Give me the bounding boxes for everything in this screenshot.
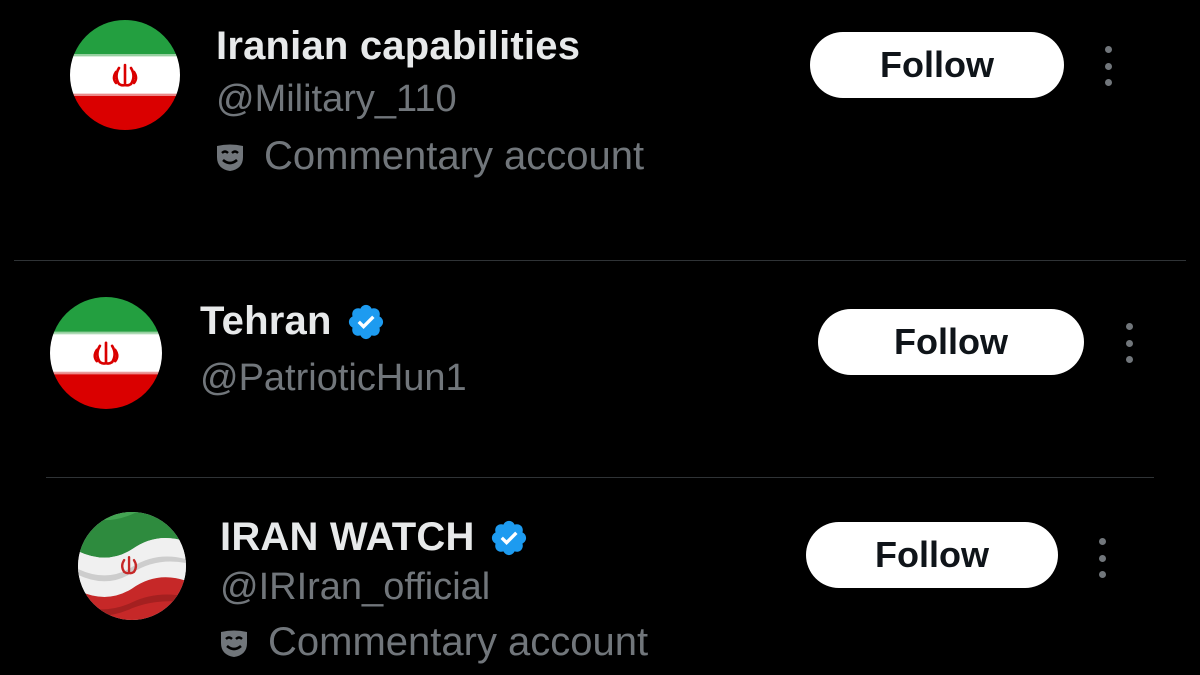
follow-button[interactable]: Follow xyxy=(806,522,1058,588)
more-options-icon[interactable] xyxy=(1119,323,1139,363)
commentary-label: Commentary account xyxy=(214,134,644,179)
label-text: Commentary account xyxy=(268,620,649,664)
verified-badge-icon xyxy=(491,520,526,555)
follow-button[interactable]: Follow xyxy=(818,309,1084,375)
account-row-3[interactable]: IRAN WATCH @IRIran_official Commentary a… xyxy=(0,478,1200,675)
avatar[interactable] xyxy=(50,297,162,409)
handle: @IRIran_official xyxy=(220,566,491,608)
waving-iran-flag-icon xyxy=(78,512,186,620)
more-options-icon[interactable] xyxy=(1092,538,1112,578)
commentary-label: Commentary account xyxy=(218,620,648,665)
display-name[interactable]: IRAN WATCH xyxy=(220,515,475,560)
account-row-2[interactable]: Tehran @PatrioticHun1 Follow xyxy=(0,261,1200,477)
iran-flag-icon xyxy=(70,20,180,130)
theater-mask-icon xyxy=(217,144,243,171)
iran-flag-icon xyxy=(50,297,162,409)
follow-button[interactable]: Follow xyxy=(810,32,1064,98)
name-row: Tehran xyxy=(200,299,386,344)
name-row: IRAN WATCH xyxy=(220,515,529,560)
verified-badge-icon xyxy=(348,304,383,339)
handle: @PatrioticHun1 xyxy=(200,357,467,399)
label-text: Commentary account xyxy=(264,134,645,178)
theater-mask-icon xyxy=(221,630,247,657)
handle: @Military_110 xyxy=(216,78,457,120)
account-row-1[interactable]: Iranian capabilities @Military_110 Comme… xyxy=(0,0,1200,260)
avatar[interactable] xyxy=(78,512,186,620)
display-name[interactable]: Tehran xyxy=(200,299,332,344)
more-options-icon[interactable] xyxy=(1098,46,1118,86)
avatar[interactable] xyxy=(70,20,180,130)
display-name[interactable]: Iranian capabilities xyxy=(216,24,580,69)
name-row: Iranian capabilities xyxy=(216,24,580,69)
who-to-follow-list: Iranian capabilities @Military_110 Comme… xyxy=(0,0,1200,675)
